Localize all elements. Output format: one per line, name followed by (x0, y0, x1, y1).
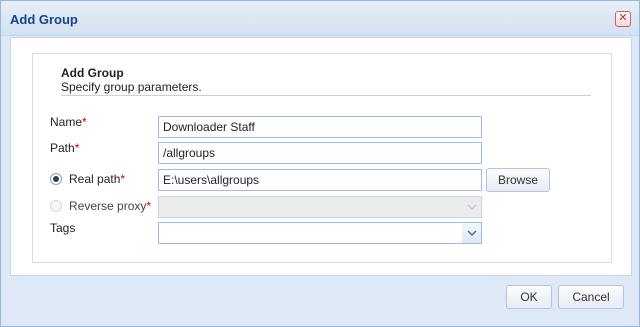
chevron-down-icon[interactable] (462, 223, 481, 243)
path-input[interactable]: /allgroups (158, 142, 482, 164)
ok-button[interactable]: OK (506, 285, 552, 309)
dialog-footer: OK Cancel (1, 277, 639, 326)
section-title: Add Group (61, 66, 124, 80)
add-group-dialog: Add Group ✕ Add Group Specify group para… (0, 0, 640, 327)
close-button[interactable]: ✕ (615, 11, 631, 27)
close-icon: ✕ (618, 12, 628, 24)
name-label: Name* (50, 115, 87, 129)
path-label: Path* (50, 141, 80, 155)
section-divider (61, 95, 591, 96)
section-description: Specify group parameters. (61, 80, 202, 94)
chevron-down-icon (462, 197, 481, 217)
cancel-button[interactable]: Cancel (558, 285, 624, 309)
reverse-proxy-select[interactable] (158, 196, 482, 218)
title-bar: Add Group ✕ (1, 1, 639, 36)
tags-label: Tags (50, 221, 76, 235)
real-path-input[interactable]: E:\users\allgroups (158, 169, 482, 191)
reverse-proxy-radio[interactable] (50, 200, 62, 212)
browse-button[interactable]: Browse (486, 168, 550, 192)
real-path-label: Real path* (69, 172, 126, 186)
tags-select[interactable] (158, 222, 482, 244)
real-path-radio[interactable] (50, 173, 62, 185)
dialog-title: Add Group (10, 12, 78, 27)
name-input[interactable]: Downloader Staff (158, 116, 482, 138)
reverse-proxy-label: Reverse proxy* (69, 199, 152, 213)
